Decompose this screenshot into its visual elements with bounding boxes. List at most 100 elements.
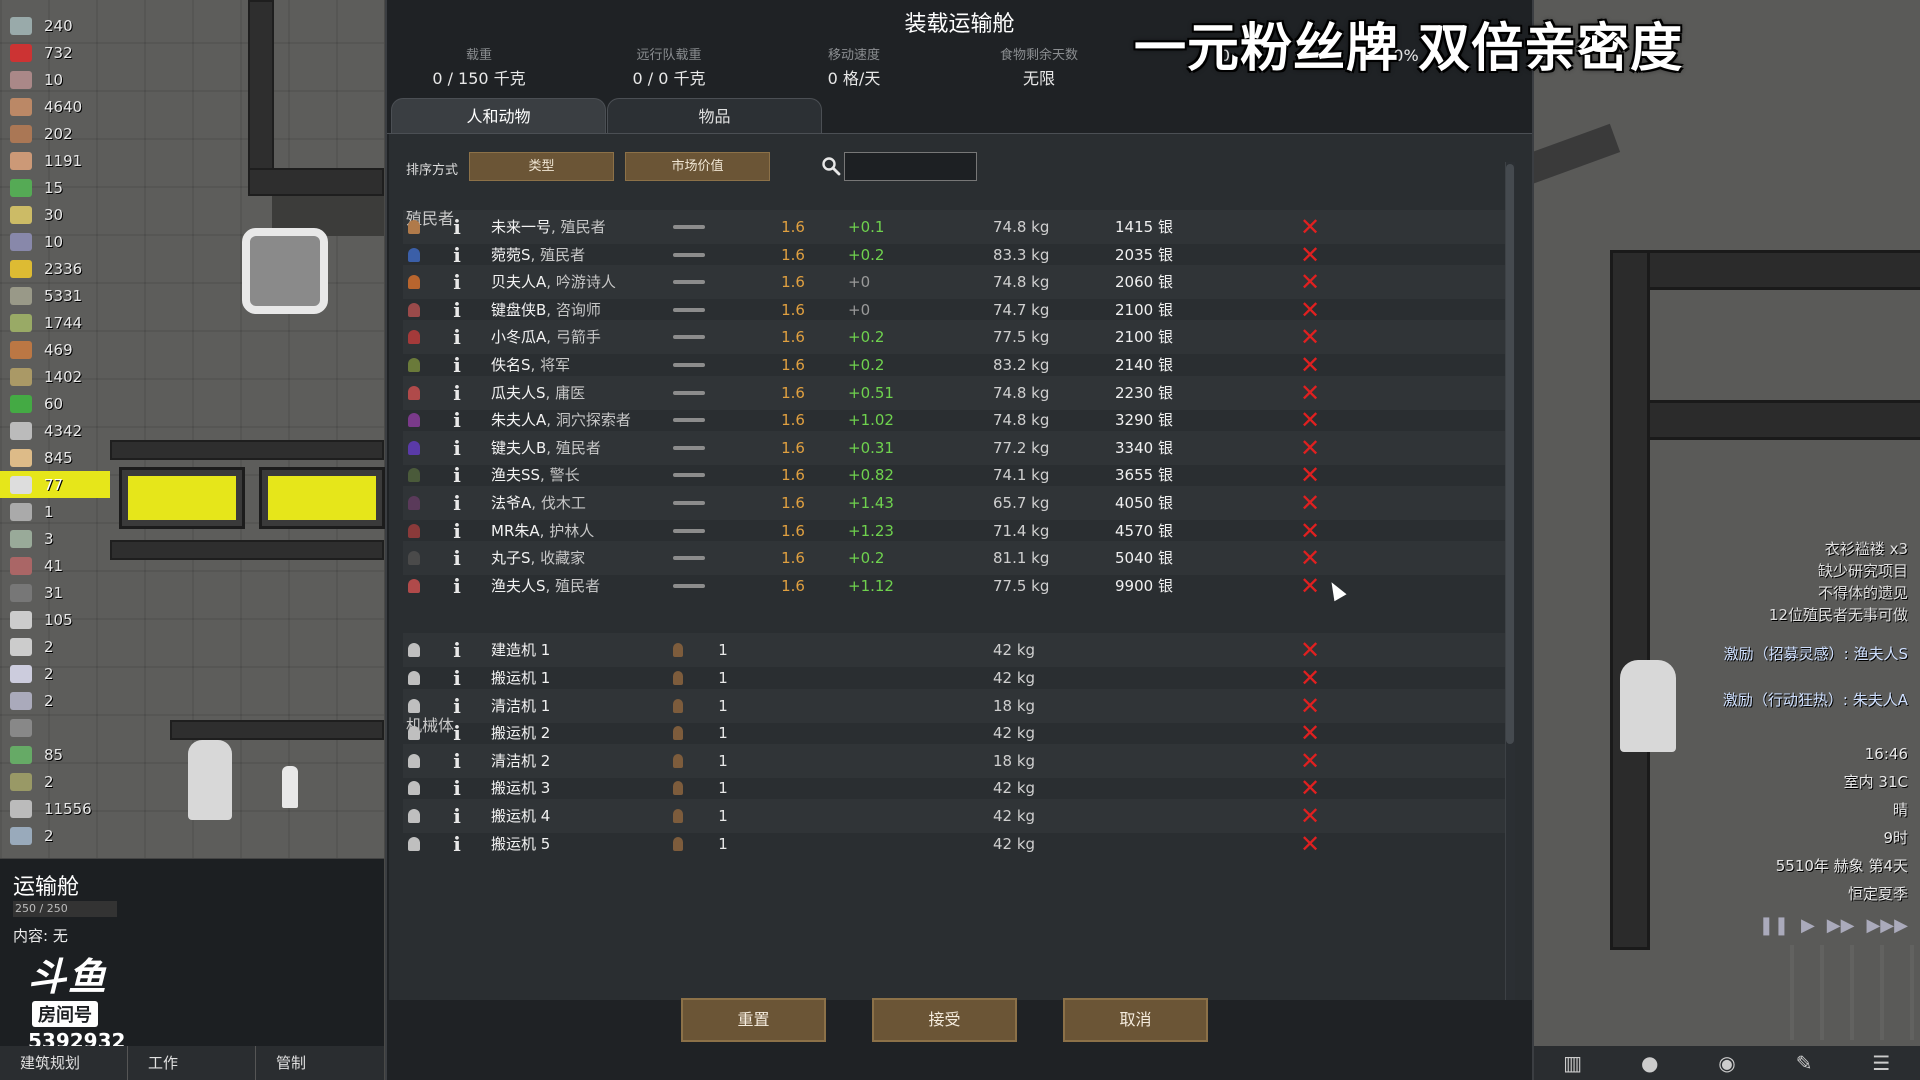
pause-icon[interactable]: ❚❚ xyxy=(1759,915,1789,936)
map-wall xyxy=(1610,250,1920,290)
resource-row: 1191 xyxy=(0,147,110,174)
gold-icon xyxy=(10,259,32,278)
resource-row: 105 xyxy=(0,606,110,633)
resource-count: 2 xyxy=(44,691,54,710)
name-separator: , xyxy=(546,411,556,430)
research-icon[interactable]: ● xyxy=(1638,1051,1662,1075)
cancel-button[interactable]: 取消 xyxy=(1063,998,1208,1042)
colonist-role: 殖民者 xyxy=(555,576,601,595)
resource-row: 2 xyxy=(0,822,110,849)
transfer-list-panel: 排序方式 类型 市场价值 殖民者 机械体 i 未来一号, 殖民者 1.6 +0.1 74… xyxy=(389,134,1532,1000)
colonist-role: 殖民者 xyxy=(560,218,606,236)
left-map-view[interactable]: 240 732 10 4640 202 1191 15 30 10 2336 5331 1744 469… xyxy=(0,0,385,860)
sort-by-category-button[interactable]: 类型 xyxy=(469,152,614,181)
armor-icon xyxy=(10,691,32,710)
skull-icon xyxy=(10,610,32,629)
resource-row: 2 xyxy=(0,660,110,687)
stat-value: 无限 xyxy=(1022,69,1055,88)
rice-icon xyxy=(10,313,32,332)
remove-x-icon[interactable]: ✕ xyxy=(1298,569,1322,603)
stat-food-days: 食物剩余天数 无限 xyxy=(959,44,1119,89)
info-icon[interactable]: i xyxy=(447,827,467,861)
map-wall xyxy=(248,0,274,190)
sort-label: 排序方式 xyxy=(406,163,459,178)
alert-item[interactable]: 缺少研究项目 xyxy=(1528,560,1908,582)
alert-item[interactable]: 不得体的遗见 xyxy=(1528,582,1908,604)
accept-button[interactable]: 接受 xyxy=(872,998,1017,1042)
colonist-name-text: 贝夫人A xyxy=(491,273,547,292)
colonist-name-text: 菀菀S xyxy=(491,245,531,264)
play-icon[interactable]: ▶ xyxy=(1801,915,1815,936)
faction-icon[interactable]: ◉ xyxy=(1715,1051,1739,1075)
resource-row: 60 xyxy=(0,390,110,417)
resource-count: 2 xyxy=(44,637,54,656)
alert-item[interactable]: 12位殖民者无事可做 xyxy=(1528,604,1908,626)
stream-overlay-banner: 一元粉丝牌 双倍亲密度 xyxy=(1134,19,1684,79)
resource-count: 1 xyxy=(44,502,54,521)
sword-icon xyxy=(10,772,32,791)
reset-button[interactable]: 重置 xyxy=(681,998,826,1042)
resource-row: 732 xyxy=(0,39,110,66)
mech-row[interactable]: i 搬运机 5 1 42 kg ✕ xyxy=(403,827,1509,861)
play-settings-icons[interactable] xyxy=(1764,945,1914,1040)
stat-value: 0 格/天 xyxy=(827,69,881,88)
superfast-icon[interactable]: ▶▶▶ xyxy=(1866,915,1908,936)
resource-count: 11556 xyxy=(44,799,92,818)
inspiration-alert[interactable]: 激励（招募灵感）: 渔夫人S xyxy=(1528,636,1908,672)
list-scrollbar-thumb[interactable] xyxy=(1506,164,1514,744)
map-wall xyxy=(110,540,384,560)
mechanitor-icon xyxy=(673,827,689,861)
fast-forward-icon[interactable]: ▶▶ xyxy=(1827,915,1855,936)
resource-count: 845 xyxy=(44,448,73,467)
colonist-name-text: 瓜夫人S xyxy=(491,383,546,402)
history-icon[interactable]: ✎ xyxy=(1792,1051,1816,1075)
mass-value: 77.5 kg xyxy=(993,576,1050,595)
stats-icon[interactable]: ▥ xyxy=(1561,1051,1585,1075)
tab-pawns[interactable]: 人和动物 xyxy=(391,98,606,134)
mood-offset-value: +1.12 xyxy=(848,576,894,595)
menu-icon[interactable]: ☰ xyxy=(1869,1051,1893,1075)
shirt-icon xyxy=(10,664,32,683)
transport-pod-selected-icon[interactable] xyxy=(242,228,328,314)
main-tab-bar: 建筑规划 工作 管制 xyxy=(0,1046,384,1080)
name-separator: , xyxy=(530,356,541,374)
name-separator: , xyxy=(545,576,556,595)
contents-label: 内容: 无 xyxy=(13,927,68,945)
herb-icon xyxy=(10,178,32,197)
date-readout-line: 16:46 xyxy=(1864,745,1908,763)
stat-label: 食物剩余天数 xyxy=(999,48,1078,63)
resource-row: 77 xyxy=(0,471,110,498)
tab-restrict[interactable]: 管制 xyxy=(256,1046,384,1080)
speed-controls: ❚❚ ▶ ▶▶ ▶▶▶ xyxy=(1759,915,1908,936)
name-separator: , xyxy=(545,383,556,402)
info-icon[interactable]: i xyxy=(447,569,467,603)
map-wall xyxy=(1610,400,1920,440)
resource-row: 3 xyxy=(0,525,110,552)
tab-work[interactable]: 工作 xyxy=(128,1046,257,1080)
sort-by-market-value-button[interactable]: 市场价值 xyxy=(625,152,770,181)
yellow-pad xyxy=(119,467,245,529)
date-weather-readout: 16:46 室内 31C 晴 9时 5510年 赫象 第4天 恒定夏季 xyxy=(1608,740,1908,908)
resource-row: 30 xyxy=(0,201,110,228)
tab-architect[interactable]: 建筑规划 xyxy=(0,1046,129,1080)
colonist-name-text: 键夫人B xyxy=(491,438,547,457)
weapon-icon xyxy=(673,569,713,603)
resource-row xyxy=(0,714,110,741)
resource-count: 469 xyxy=(44,340,73,359)
colonist-role: 吟游诗人 xyxy=(555,273,616,292)
resource-count: 4342 xyxy=(44,421,83,440)
name-separator: , xyxy=(546,300,556,319)
stat-value: 0 / 0 千克 xyxy=(632,69,706,88)
plasteel-icon xyxy=(10,232,32,251)
yellow-pad xyxy=(259,467,385,529)
resource-count: 105 xyxy=(44,610,73,629)
resource-row: 2 xyxy=(0,768,110,795)
colonist-name-text: 佚名S xyxy=(491,356,531,374)
search-input[interactable] xyxy=(844,152,977,181)
inspiration-alert[interactable]: 激励（行动狂热）: 朱夫人A xyxy=(1528,682,1908,718)
colonist-row[interactable]: i 渔夫人S, 殖民者 1.6 +1.12 77.5 kg 9900 银 ✕ xyxy=(403,569,1509,603)
resource-count: 30 xyxy=(44,205,64,224)
alert-item[interactable]: 衣衫褴褛 x3 xyxy=(1528,538,1908,560)
remove-x-icon[interactable]: ✕ xyxy=(1298,827,1322,861)
tab-items[interactable]: 物品 xyxy=(607,98,822,134)
